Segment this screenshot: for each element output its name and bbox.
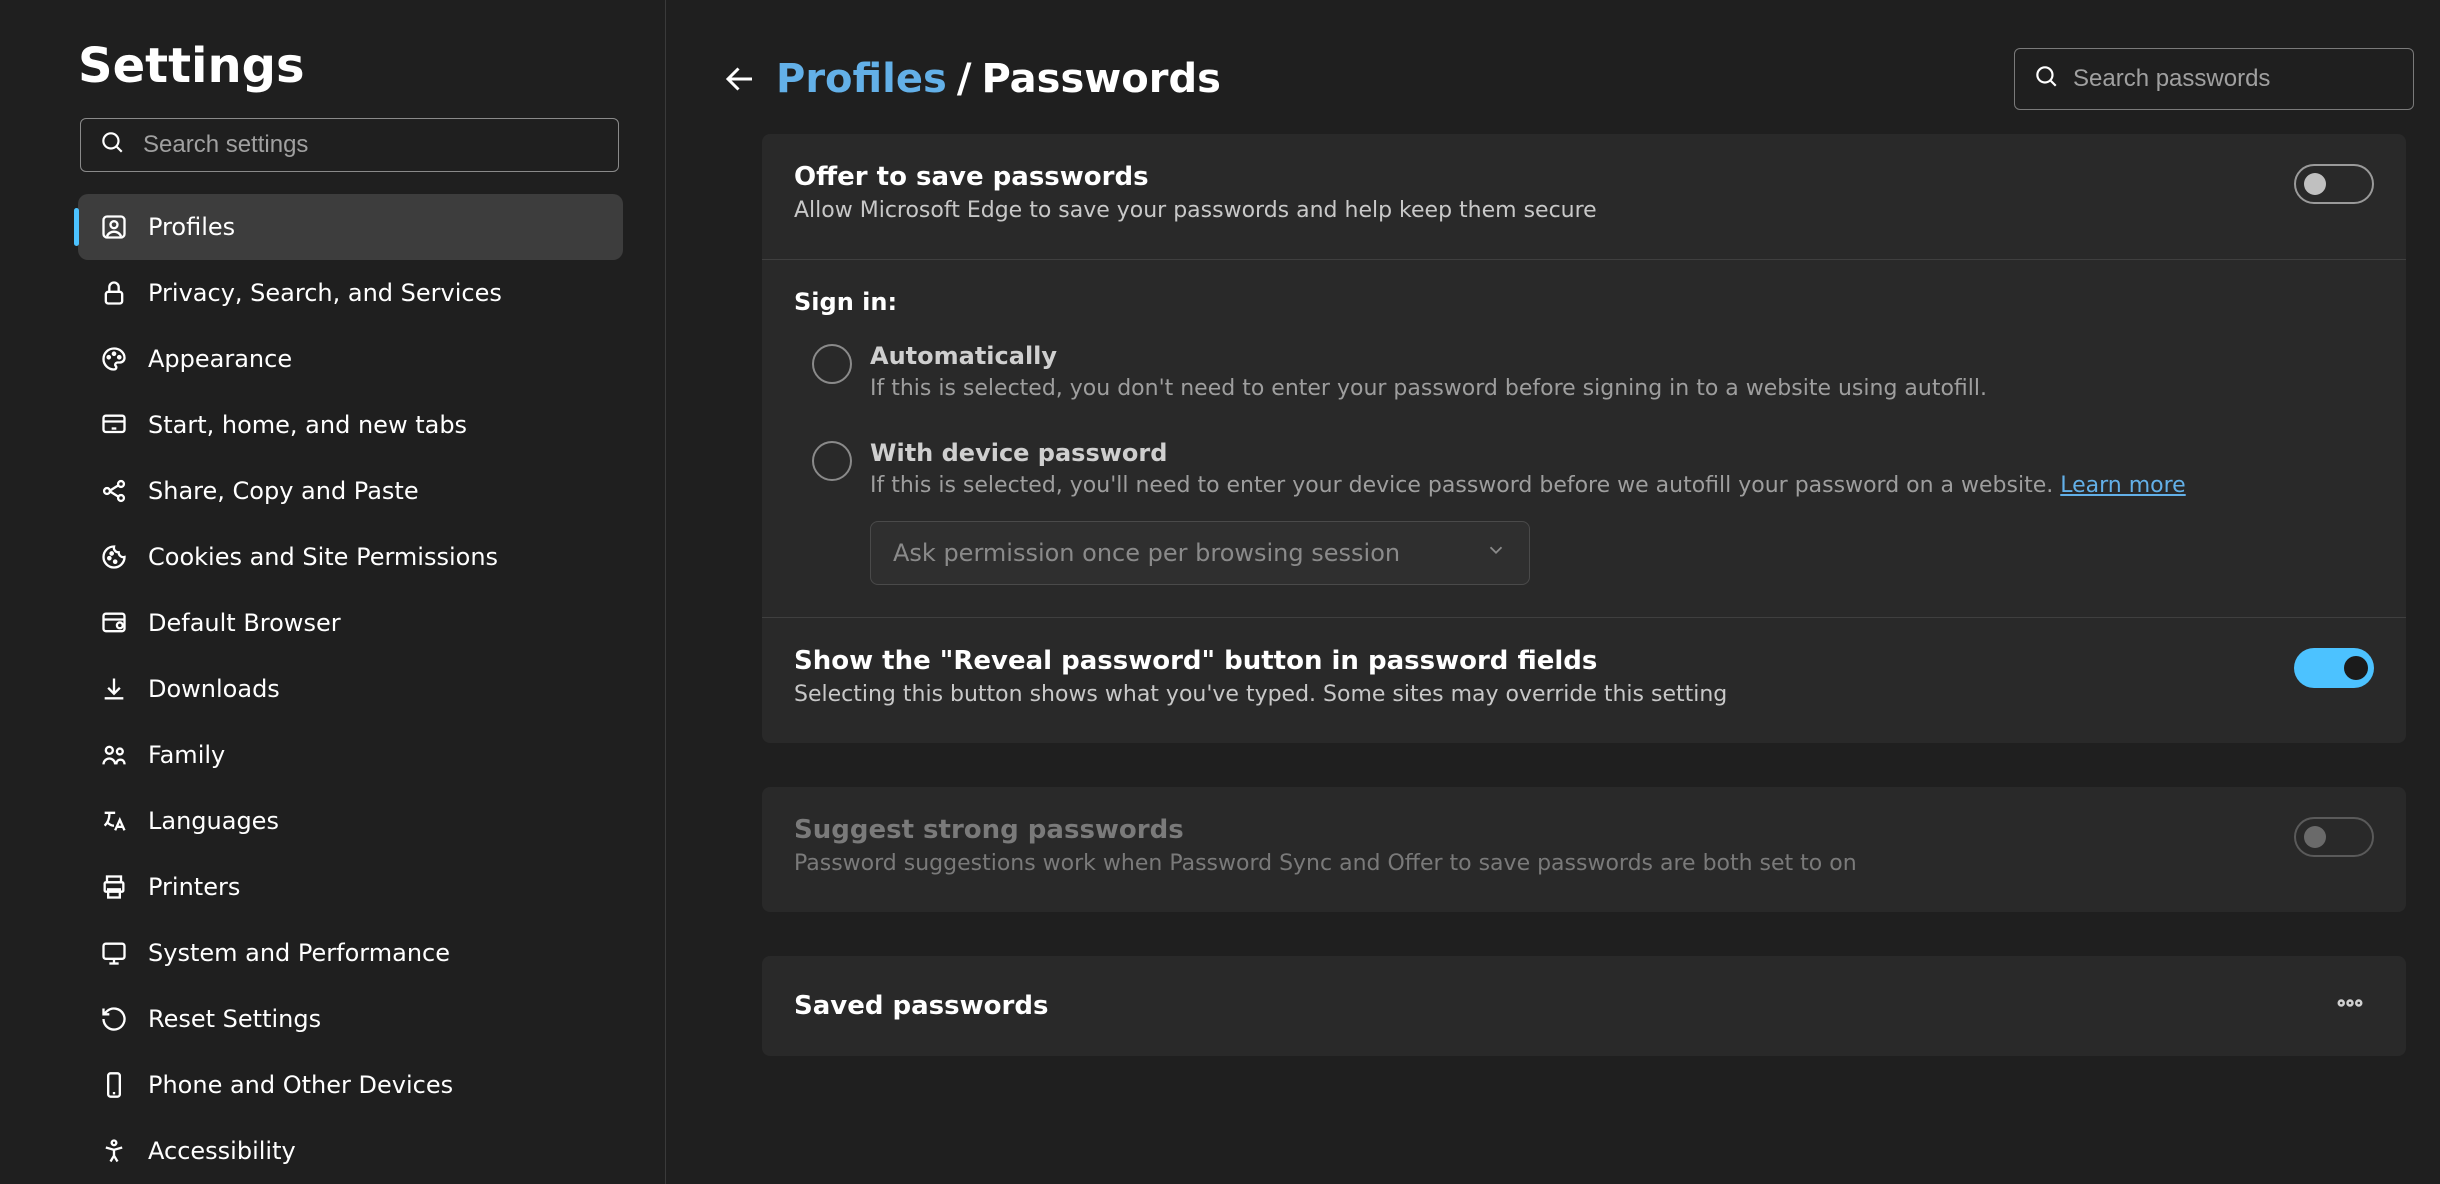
more-icon: [2335, 988, 2365, 1024]
search-passwords-input[interactable]: [2073, 65, 2395, 93]
browser-icon: [96, 605, 132, 641]
phone-icon: [96, 1067, 132, 1103]
sign-in-section: Sign in: Automatically If this is select…: [762, 260, 2406, 619]
sidebar-item-label: Start, home, and new tabs: [148, 411, 467, 439]
sidebar-item-label: Share, Copy and Paste: [148, 477, 419, 505]
sidebar-item-browser[interactable]: Default Browser: [78, 590, 623, 656]
printer-icon: [96, 869, 132, 905]
sidebar-item-reset[interactable]: Reset Settings: [78, 986, 623, 1052]
sidebar-item-appearance[interactable]: Appearance: [78, 326, 623, 392]
sidebar-item-label: System and Performance: [148, 939, 450, 967]
sidebar-item-label: Printers: [148, 873, 240, 901]
sidebar-item-accessibility[interactable]: Accessibility: [78, 1118, 623, 1184]
select-value: Ask permission once per browsing session: [893, 539, 1400, 567]
sidebar-item-languages[interactable]: Languages: [78, 788, 623, 854]
sidebar-item-printers[interactable]: Printers: [78, 854, 623, 920]
search-icon: [2033, 63, 2059, 95]
suggest-title: Suggest strong passwords: [794, 815, 2270, 845]
sidebar-item-label: Appearance: [148, 345, 292, 373]
radio-auto-desc: If this is selected, you don't need to e…: [870, 374, 2374, 405]
sidebar-item-label: Privacy, Search, and Services: [148, 279, 502, 307]
reset-icon: [96, 1001, 132, 1037]
sidebar-item-label: Family: [148, 741, 225, 769]
sidebar-item-system[interactable]: System and Performance: [78, 920, 623, 986]
cookie-icon: [96, 539, 132, 575]
reveal-desc: Selecting this button shows what you've …: [794, 680, 2270, 711]
radio-auto-title: Automatically: [870, 342, 2374, 370]
sidebar-item-start[interactable]: Start, home, and new tabs: [78, 392, 623, 458]
sidebar-item-label: Profiles: [148, 213, 235, 241]
radio-device-password[interactable]: [812, 441, 852, 481]
sign-in-label: Sign in:: [794, 288, 2374, 316]
reveal-password-section: Show the "Reveal password" button in pas…: [762, 618, 2406, 743]
sidebar-item-label: Default Browser: [148, 609, 341, 637]
suggest-toggle: [2294, 817, 2374, 857]
power-icon: [96, 407, 132, 443]
sidebar-item-privacy[interactable]: Privacy, Search, and Services: [78, 260, 623, 326]
sidebar-item-label: Reset Settings: [148, 1005, 321, 1033]
reveal-toggle[interactable]: [2294, 648, 2374, 688]
search-passwords-box[interactable]: [2014, 48, 2414, 110]
radio-option-automatically: Automatically If this is selected, you d…: [812, 342, 2374, 405]
search-settings-input[interactable]: [143, 131, 600, 159]
radio-device-desc: If this is selected, you'll need to ente…: [870, 471, 2374, 502]
breadcrumb: Profiles / Passwords: [776, 56, 1221, 102]
chevron-down-icon: [1485, 539, 1507, 567]
palette-icon: [96, 341, 132, 377]
sidebar-item-label: Languages: [148, 807, 279, 835]
sidebar-item-label: Phone and Other Devices: [148, 1071, 453, 1099]
settings-nav: Profiles Privacy, Search, and Services App…: [0, 190, 665, 1184]
sidebar-item-label: Cookies and Site Permissions: [148, 543, 498, 571]
saved-passwords-card: Saved passwords: [762, 956, 2406, 1056]
saved-passwords-title: Saved passwords: [794, 991, 1048, 1021]
radio-option-device-password: With device password If this is selected…: [812, 439, 2374, 586]
offer-save-section: Offer to save passwords Allow Microsoft …: [762, 134, 2406, 260]
offer-save-toggle[interactable]: [2294, 164, 2374, 204]
profile-icon: [96, 209, 132, 245]
search-settings-box[interactable]: [80, 118, 619, 172]
suggest-strong-card: Suggest strong passwords Password sugges…: [762, 787, 2406, 912]
settings-title: Settings: [0, 38, 665, 118]
breadcrumb-separator: /: [957, 56, 972, 102]
share-icon: [96, 473, 132, 509]
radio-device-title: With device password: [870, 439, 2374, 467]
settings-main: // replace back icon with arrow-left gly…: [666, 0, 2440, 1184]
sidebar-item-downloads[interactable]: Downloads: [78, 656, 623, 722]
page-header: // replace back icon with arrow-left gly…: [714, 48, 2414, 110]
breadcrumb-current: Passwords: [981, 56, 1220, 102]
reveal-title: Show the "Reveal password" button in pas…: [794, 646, 2270, 676]
sidebar-item-share[interactable]: Share, Copy and Paste: [78, 458, 623, 524]
download-icon: [96, 671, 132, 707]
breadcrumb-parent-link[interactable]: Profiles: [776, 56, 947, 102]
sidebar-item-family[interactable]: Family: [78, 722, 623, 788]
back-button[interactable]: [714, 53, 766, 105]
system-icon: [96, 935, 132, 971]
sidebar-item-label: Accessibility: [148, 1137, 296, 1165]
offer-save-desc: Allow Microsoft Edge to save your passwo…: [794, 196, 2270, 227]
device-password-frequency-select[interactable]: Ask permission once per browsing session: [870, 521, 1530, 585]
passwords-main-card: Offer to save passwords Allow Microsoft …: [762, 134, 2406, 743]
more-actions-button[interactable]: [2326, 982, 2374, 1030]
accessibility-icon: [96, 1133, 132, 1169]
language-icon: [96, 803, 132, 839]
sidebar-item-label: Downloads: [148, 675, 280, 703]
settings-sidebar: Settings Profiles Privacy, Search, and Se…: [0, 0, 666, 1184]
search-icon: [99, 129, 125, 161]
radio-automatically[interactable]: [812, 344, 852, 384]
learn-more-link[interactable]: Learn more: [2060, 473, 2185, 498]
offer-save-title: Offer to save passwords: [794, 162, 2270, 192]
sidebar-item-phone[interactable]: Phone and Other Devices: [78, 1052, 623, 1118]
sidebar-item-profiles[interactable]: Profiles: [78, 194, 623, 260]
radio-device-desc-text: If this is selected, you'll need to ente…: [870, 473, 2060, 498]
sidebar-item-cookies[interactable]: Cookies and Site Permissions: [78, 524, 623, 590]
suggest-desc: Password suggestions work when Password …: [794, 849, 2270, 880]
family-icon: [96, 737, 132, 773]
lock-icon: [96, 275, 132, 311]
